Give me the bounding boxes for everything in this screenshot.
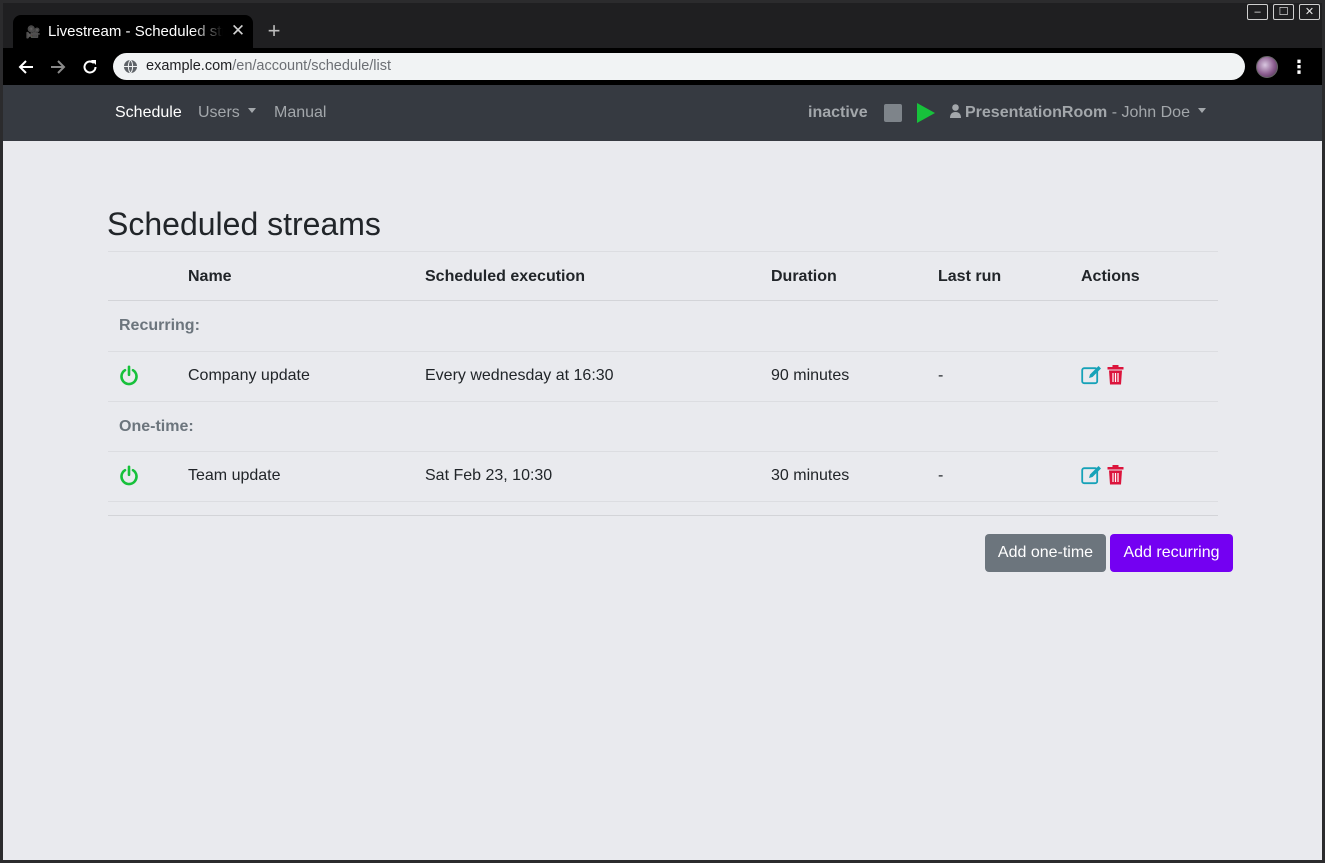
group-row-recurring: Recurring:	[108, 301, 1218, 351]
chevron-down-icon	[247, 108, 256, 114]
group-label: Recurring:	[119, 317, 200, 334]
power-icon[interactable]	[119, 465, 139, 487]
app-navbar: Schedule Users Manual inactive Presentat…	[3, 85, 1322, 141]
main-content: Scheduled streams Name Scheduled executi…	[3, 141, 1322, 860]
page-title: Scheduled streams	[107, 206, 381, 242]
group-row-one-time: One-time:	[108, 401, 1218, 451]
schedule-table: Name Scheduled execution Duration Last r…	[108, 251, 1218, 516]
user-name: - John Doe	[1107, 104, 1190, 121]
camera-icon: 🎥	[25, 25, 41, 39]
arrow-left-icon	[18, 60, 33, 74]
column-header-last-run: Last run	[938, 268, 1002, 285]
stream-name: Company update	[188, 367, 310, 384]
column-header-name: Name	[188, 268, 232, 285]
new-tab-button[interactable]: +	[263, 20, 285, 42]
column-header-actions: Actions	[1081, 268, 1140, 285]
add-one-time-button[interactable]: Add one-time	[985, 534, 1106, 572]
close-tab-icon[interactable]: ✕	[229, 22, 247, 40]
stream-duration: 90 minutes	[771, 367, 850, 384]
column-header-execution: Scheduled execution	[425, 268, 586, 285]
address-bar[interactable]: example.com/en/account/schedule/list	[113, 53, 1245, 80]
stream-name: Team update	[188, 467, 281, 484]
arrow-right-icon	[51, 60, 66, 74]
minimize-button[interactable]: –	[1247, 4, 1268, 20]
tab-strip: 🎥 Livestream - Scheduled streams ✕ + – ☐…	[3, 3, 1322, 48]
stream-last-run: -	[938, 467, 944, 484]
tab-title: Livestream - Scheduled streams	[48, 23, 223, 40]
room-name: PresentationRoom	[965, 104, 1108, 121]
nav-manual[interactable]: Manual	[274, 103, 326, 123]
add-recurring-button[interactable]: Add recurring	[1110, 534, 1233, 572]
browser-toolbar: example.com/en/account/schedule/list ⋮	[3, 48, 1322, 85]
url-text: example.com/en/account/schedule/list	[146, 58, 391, 75]
forward-button[interactable]	[46, 55, 70, 79]
stream-last-run: -	[938, 367, 944, 384]
power-icon[interactable]	[119, 365, 139, 387]
stream-duration: 30 minutes	[771, 467, 850, 484]
reload-icon	[83, 60, 97, 74]
nav-users-label: Users	[198, 104, 240, 121]
browser-tab[interactable]: 🎥 Livestream - Scheduled streams ✕	[13, 15, 253, 48]
nav-users[interactable]: Users	[198, 103, 256, 123]
trash-icon[interactable]	[1107, 465, 1124, 485]
back-button[interactable]	[14, 55, 38, 79]
table-header: Name Scheduled execution Duration Last r…	[108, 251, 1218, 301]
edit-icon[interactable]	[1081, 465, 1103, 485]
stream-execution: Every wednesday at 16:30	[425, 367, 614, 384]
url-path: /en/account/schedule/list	[232, 58, 392, 74]
maximize-button[interactable]: ☐	[1273, 4, 1294, 20]
user-icon	[950, 104, 961, 118]
close-window-button[interactable]: ✕	[1299, 4, 1320, 20]
nav-schedule[interactable]: Schedule	[115, 103, 182, 123]
stop-icon[interactable]	[884, 104, 902, 122]
play-icon[interactable]	[917, 103, 935, 123]
table-row: Team update Sat Feb 23, 10:30 30 minutes…	[108, 451, 1218, 501]
edit-icon[interactable]	[1081, 365, 1103, 385]
table-footer-divider	[108, 501, 1218, 516]
chevron-down-icon	[1197, 108, 1206, 114]
profile-avatar[interactable]	[1256, 56, 1278, 78]
reload-button[interactable]	[78, 55, 102, 79]
stream-execution: Sat Feb 23, 10:30	[425, 467, 553, 484]
globe-icon	[123, 59, 138, 74]
table-row: Company update Every wednesday at 16:30 …	[108, 351, 1218, 401]
group-label: One-time:	[119, 418, 194, 435]
trash-icon[interactable]	[1107, 365, 1124, 385]
browser-menu-icon[interactable]: ⋮	[1290, 56, 1308, 78]
browser-window: 🎥 Livestream - Scheduled streams ✕ + – ☐…	[3, 3, 1322, 860]
user-menu[interactable]: PresentationRoom - John Doe	[950, 103, 1206, 123]
column-header-duration: Duration	[771, 268, 837, 285]
url-host: example.com	[146, 58, 233, 74]
stream-status: inactive	[808, 104, 868, 121]
